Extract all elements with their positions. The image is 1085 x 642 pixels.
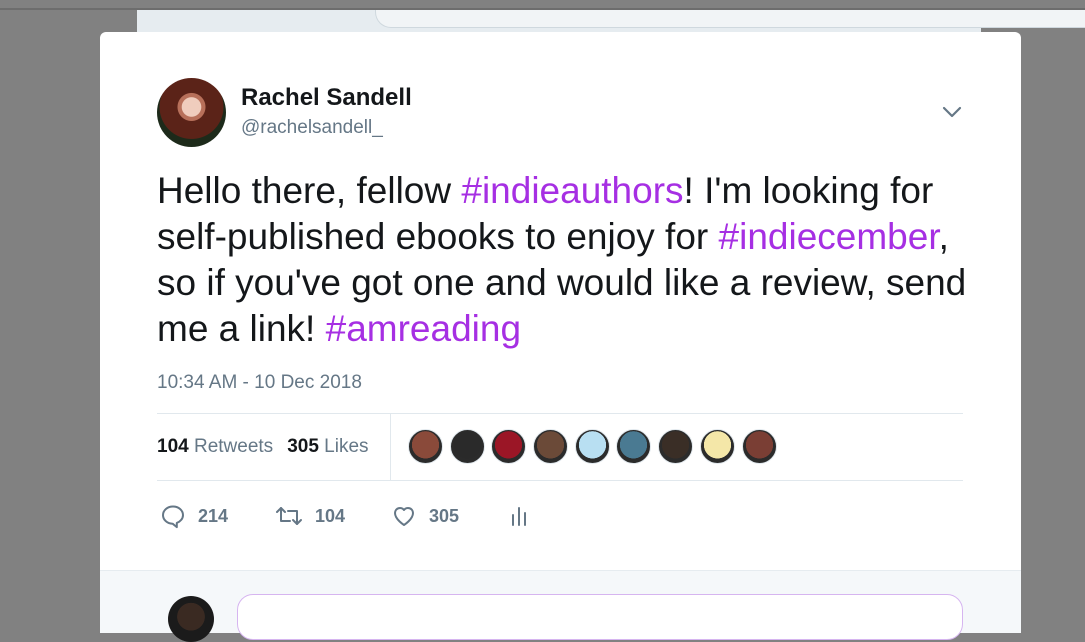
hashtag-link[interactable]: #indiecember: [719, 216, 939, 257]
reply-icon: [160, 503, 186, 529]
likes-stat-count: 305: [287, 436, 319, 457]
like-button[interactable]: 305: [391, 502, 459, 530]
reply-composer-area: [100, 570, 1021, 642]
liker-avatar[interactable]: [616, 429, 652, 464]
liker-avatar[interactable]: [699, 429, 735, 464]
background-reply-box: [375, 10, 1085, 28]
analytics-icon: [507, 503, 531, 529]
retweets-stat-label: Retweets: [193, 436, 274, 457]
user-avatar: [168, 596, 214, 642]
tweet-stats: 104 Retweets 305 Likes: [157, 436, 369, 458]
stats-top-divider: [157, 413, 963, 414]
stats-bottom-divider: [157, 480, 963, 481]
reply-count: 214: [198, 505, 229, 526]
liker-avatar[interactable]: [658, 429, 694, 464]
chevron-down-icon[interactable]: [940, 102, 964, 122]
retweet-icon: [275, 503, 303, 529]
liker-avatar[interactable]: [574, 429, 610, 464]
likes-stat-label: Likes: [324, 436, 369, 457]
hashtag-link[interactable]: #amreading: [326, 308, 521, 349]
stats-vertical-divider: [390, 413, 391, 480]
analytics-button[interactable]: [507, 502, 531, 530]
hashtag-link[interactable]: #indieauthors: [461, 170, 683, 211]
author-avatar[interactable]: [157, 78, 226, 147]
author-handle[interactable]: @rachelsandell_: [241, 117, 383, 139]
heart-icon: [391, 503, 417, 529]
retweet-button[interactable]: 104: [275, 502, 345, 530]
tweet-text-segment: Hello there, fellow: [157, 170, 462, 211]
retweets-stat[interactable]: 104 Retweets: [157, 436, 273, 457]
liker-avatar[interactable]: [533, 429, 569, 464]
tweet-card: Rachel Sandell @rachelsandell_ Hello the…: [100, 32, 1021, 642]
reply-input[interactable]: [237, 594, 963, 640]
liker-avatar[interactable]: [741, 429, 777, 464]
liker-avatar[interactable]: [449, 429, 485, 464]
reply-button[interactable]: 214: [160, 502, 228, 530]
liker-avatar[interactable]: [491, 429, 527, 464]
likes-stat[interactable]: 305 Likes: [287, 436, 368, 457]
author-name[interactable]: Rachel Sandell: [241, 84, 412, 112]
liker-avatar[interactable]: [408, 429, 443, 464]
retweets-stat-count: 104: [157, 436, 189, 457]
retweet-count: 104: [315, 505, 346, 526]
tweet-text: Hello there, fellow #indieauthors! I'm l…: [157, 168, 977, 352]
likers-avatars: [408, 429, 783, 465]
tweet-timestamp[interactable]: 10:34 AM - 10 Dec 2018: [157, 372, 362, 394]
like-count: 305: [429, 505, 460, 526]
